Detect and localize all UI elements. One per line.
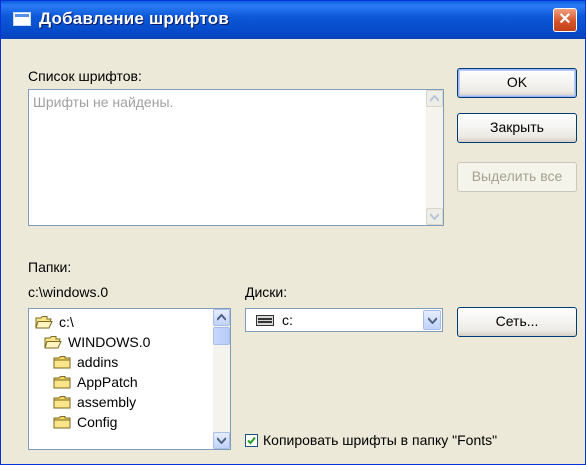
folder-name: assembly (77, 394, 137, 410)
folder-name: WINDOWS.0 (68, 334, 151, 350)
chevron-down-icon (430, 213, 439, 220)
drives-label: Диски: (245, 284, 288, 300)
folder-icon (53, 355, 71, 372)
folder-name: Config (77, 414, 118, 430)
chevron-up-icon (430, 95, 439, 102)
folders-scroll-up-button[interactable] (213, 309, 230, 326)
folder-name: AppPatch (77, 374, 138, 390)
fonts-scroll-down-button[interactable] (426, 208, 443, 225)
fonts-list-label: Список шрифтов: (28, 68, 142, 84)
fonts-scroll-up-button[interactable] (426, 90, 443, 107)
ok-button[interactable]: OK (457, 68, 577, 98)
drives-dropdown-button[interactable] (423, 310, 441, 330)
folders-label: Папки: (28, 259, 72, 275)
current-folder-path: c:\windows.0 (28, 284, 109, 300)
folders-scrollbar[interactable] (213, 309, 230, 449)
folders-scroll-thumb[interactable] (213, 327, 230, 345)
window-icon (13, 12, 31, 26)
close-button[interactable]: Закрыть (457, 113, 577, 143)
folder-list: c:\ WINDOWS.0 addins AppPatch assembly Config (29, 313, 213, 449)
folder-icon (53, 395, 71, 412)
close-window-button[interactable]: ✕ (553, 8, 577, 32)
folder-icon (53, 375, 71, 392)
chevron-down-icon (428, 317, 437, 324)
select-all-button[interactable]: Выделить все (457, 162, 577, 192)
open-folder-icon (44, 335, 62, 352)
drives-dropdown[interactable]: c: (245, 308, 443, 332)
fonts-list-scrollbar[interactable] (426, 90, 443, 225)
copy-fonts-label[interactable]: Копировать шрифты в папку "Fonts" (263, 432, 497, 448)
no-fonts-message: Шрифты не найдены. (33, 94, 174, 110)
copy-fonts-checkbox[interactable] (245, 434, 258, 447)
window-title: Добавление шрифтов (39, 9, 230, 28)
add-fonts-dialog: Добавление шрифтов ✕ Список шрифтов: Шри… (0, 0, 586, 465)
folder-name: addins (77, 354, 119, 370)
chevron-down-icon (217, 437, 226, 444)
network-button[interactable]: Сеть... (457, 307, 577, 337)
hard-drive-icon (256, 315, 274, 326)
folders-scroll-down-button[interactable] (213, 432, 230, 449)
folder-name: c:\ (59, 314, 74, 330)
open-folder-icon (35, 315, 53, 332)
title-bar[interactable]: Добавление шрифтов ✕ (1, 1, 585, 39)
folder-icon (53, 415, 71, 432)
checkmark-icon (247, 436, 256, 445)
fonts-listbox[interactable]: Шрифты не найдены. (28, 89, 444, 226)
drive-selected-value: c: (282, 312, 293, 328)
chevron-up-icon (217, 314, 226, 321)
folders-listbox[interactable]: c:\ WINDOWS.0 addins AppPatch assembly Config (28, 308, 231, 450)
